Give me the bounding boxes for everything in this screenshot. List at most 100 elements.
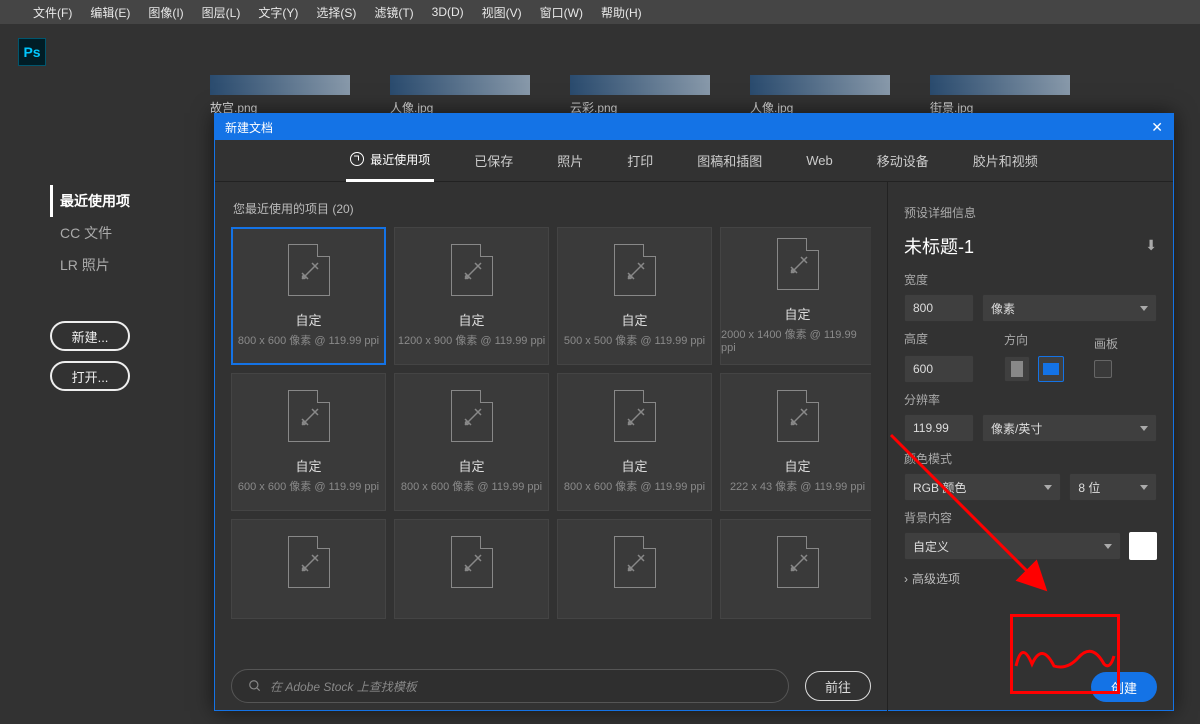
search-icon: [248, 679, 262, 693]
preset-card[interactable]: 自定 2000 x 1400 像素 @ 119.99 ppi: [720, 227, 871, 365]
preset-card[interactable]: 自定 800 x 600 像素 @ 119.99 ppi: [231, 227, 386, 365]
recent-thumb[interactable]: 云彩.png: [570, 75, 710, 116]
recent-thumb[interactable]: 街景.jpg: [930, 75, 1070, 116]
preset-dimensions: 2000 x 1400 像素 @ 119.99 ppi: [721, 326, 871, 354]
tab-saved[interactable]: 已保存: [470, 140, 517, 182]
recent-thumb[interactable]: 故宫.png: [210, 75, 350, 116]
color-depth-select[interactable]: 8 位: [1069, 473, 1157, 501]
preset-title: 自定: [458, 310, 484, 329]
preset-dimensions: 500 x 500 像素 @ 119.99 ppi: [564, 332, 705, 348]
menu-view[interactable]: 视图(V): [473, 4, 531, 21]
tab-recent[interactable]: 最近使用项: [346, 140, 434, 182]
app-menubar: 文件(F) 编辑(E) 图像(I) 图层(L) 文字(Y) 选择(S) 滤镜(T…: [0, 0, 1200, 24]
tab-web[interactable]: Web: [802, 140, 837, 182]
preset-card[interactable]: [557, 519, 712, 619]
stock-search-placeholder: 在 Adobe Stock 上查找模板: [270, 678, 417, 695]
document-icon: [288, 536, 330, 588]
preset-dimensions: 600 x 600 像素 @ 119.99 ppi: [238, 478, 379, 494]
document-name[interactable]: 未标题-1: [904, 233, 974, 259]
stock-go-button[interactable]: 前往: [805, 671, 871, 701]
dialog-title-text: 新建文档: [225, 119, 273, 136]
preset-title: 自定: [295, 310, 321, 329]
document-icon: [614, 536, 656, 588]
background-select[interactable]: 自定义: [904, 532, 1121, 560]
recent-files-row: 故宫.png 人像.jpg 云彩.png 人像.jpg 街景.jpg: [210, 75, 1188, 116]
tab-film[interactable]: 胶片和视频: [969, 140, 1042, 182]
tab-print[interactable]: 打印: [623, 140, 657, 182]
menu-select[interactable]: 选择(S): [307, 4, 365, 21]
tab-mobile[interactable]: 移动设备: [873, 140, 933, 182]
menu-3d[interactable]: 3D(D): [423, 5, 473, 19]
presets-grid: 自定 800 x 600 像素 @ 119.99 ppi 自定 1200 x 900 …: [231, 227, 871, 657]
preset-dimensions: 800 x 600 像素 @ 119.99 ppi: [564, 478, 705, 494]
orientation-portrait[interactable]: [1004, 356, 1030, 382]
preset-card[interactable]: [394, 519, 549, 619]
orientation-label: 方向: [1004, 331, 1064, 348]
menu-type[interactable]: 文字(Y): [249, 4, 307, 21]
nav-cc-files[interactable]: CC 文件: [50, 217, 190, 249]
width-label: 宽度: [904, 271, 1157, 288]
document-icon: [777, 238, 819, 290]
menu-help[interactable]: 帮助(H): [592, 4, 651, 21]
preset-card[interactable]: 自定 500 x 500 像素 @ 119.99 ppi: [557, 227, 712, 365]
details-header-label: 预设详细信息: [904, 204, 1157, 221]
menu-filter[interactable]: 滤镜(T): [365, 4, 422, 21]
home-left-nav: 最近使用项 CC 文件 LR 照片 新建... 打开...: [50, 185, 190, 391]
menu-image[interactable]: 图像(I): [139, 4, 192, 21]
width-input[interactable]: 800: [904, 294, 974, 322]
orientation-landscape[interactable]: [1038, 356, 1064, 382]
preset-title: 自定: [621, 456, 647, 475]
resolution-unit-select[interactable]: 像素/英寸: [982, 414, 1157, 442]
dialog-tabs: 最近使用项 已保存 照片 打印 图稿和插图 Web 移动设备 胶片和视频: [215, 140, 1173, 182]
preset-card[interactable]: 自定222 x 43 像素 @ 119.99 ppi: [720, 373, 871, 511]
preset-title: 自定: [784, 304, 810, 323]
background-color-swatch[interactable]: [1129, 532, 1157, 560]
dialog-titlebar[interactable]: 新建文档 ✕: [215, 114, 1173, 140]
preset-card[interactable]: [720, 519, 871, 619]
tab-photo[interactable]: 照片: [553, 140, 587, 182]
color-mode-label: 颜色模式: [904, 450, 1157, 467]
save-preset-icon[interactable]: ⬇: [1145, 237, 1157, 254]
tab-art[interactable]: 图稿和插图: [693, 140, 766, 182]
preset-card[interactable]: 自定800 x 600 像素 @ 119.99 ppi: [394, 373, 549, 511]
height-input[interactable]: 600: [904, 355, 974, 383]
preset-dimensions: 1200 x 900 像素 @ 119.99 ppi: [398, 332, 545, 348]
artboard-checkbox[interactable]: [1094, 360, 1112, 378]
new-document-dialog: 新建文档 ✕ 最近使用项 已保存 照片 打印 图稿和插图 Web 移动设备 胶片…: [214, 113, 1174, 711]
preset-card[interactable]: 自定 1200 x 900 像素 @ 119.99 ppi: [394, 227, 549, 365]
create-button[interactable]: 创建: [1091, 672, 1157, 702]
document-icon: [614, 390, 656, 442]
recent-thumb[interactable]: 人像.jpg: [750, 75, 890, 116]
color-mode-select[interactable]: RGB 颜色: [904, 473, 1061, 501]
nav-lr-photos[interactable]: LR 照片: [50, 249, 190, 281]
preset-card[interactable]: 自定 600 x 600 像素 @ 119.99 ppi: [231, 373, 386, 511]
new-button[interactable]: 新建...: [50, 321, 130, 351]
advanced-options-toggle[interactable]: 高级选项: [904, 570, 1157, 587]
stock-search-input[interactable]: 在 Adobe Stock 上查找模板: [231, 669, 789, 703]
preset-card[interactable]: [231, 519, 386, 619]
menu-window[interactable]: 窗口(W): [531, 4, 592, 21]
resolution-label: 分辨率: [904, 391, 1157, 408]
artboard-label: 画板: [1094, 335, 1118, 352]
ps-logo-icon: Ps: [18, 38, 46, 66]
width-unit-select[interactable]: 像素: [982, 294, 1157, 322]
nav-recent[interactable]: 最近使用项: [50, 185, 190, 217]
document-icon: [777, 536, 819, 588]
preset-title: 自定: [295, 456, 321, 475]
open-button[interactable]: 打开...: [50, 361, 130, 391]
document-icon: [451, 244, 493, 296]
resolution-input[interactable]: 119.99: [904, 414, 974, 442]
recent-thumb[interactable]: 人像.jpg: [390, 75, 530, 116]
preset-details-pane: 预设详细信息 未标题-1 ⬇ 宽度 800 像素 高度 600 方向: [887, 182, 1173, 712]
close-icon[interactable]: ✕: [1151, 119, 1163, 136]
menu-edit[interactable]: 编辑(E): [81, 4, 139, 21]
preset-dimensions: 800 x 600 像素 @ 119.99 ppi: [238, 332, 379, 348]
clock-icon: [350, 152, 364, 166]
preset-dimensions: 222 x 43 像素 @ 119.99 ppi: [730, 478, 865, 494]
height-label: 高度: [904, 330, 974, 347]
preset-title: 自定: [621, 310, 647, 329]
menu-layer[interactable]: 图层(L): [193, 4, 250, 21]
preset-card[interactable]: 自定 800 x 600 像素 @ 119.99 ppi: [557, 373, 712, 511]
presets-pane: 您最近使用的项目 (20) 自定800 x 600 像素 @ 119.99 pp…: [215, 182, 887, 712]
menu-file[interactable]: 文件(F): [24, 4, 81, 21]
